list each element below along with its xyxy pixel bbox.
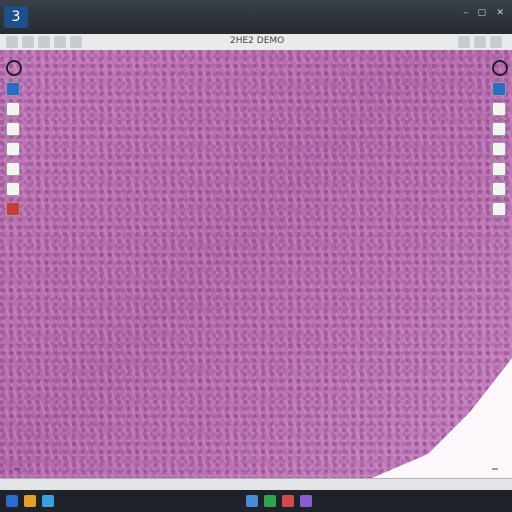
- explorer-icon[interactable]: [24, 495, 36, 507]
- rotate-icon[interactable]: [492, 102, 506, 116]
- maximize-icon[interactable]: ▢: [477, 8, 486, 18]
- snapshot-icon[interactable]: [492, 162, 506, 176]
- slide-viewer[interactable]: [0, 50, 512, 478]
- close-icon[interactable]: ✕: [496, 8, 504, 18]
- overlay-label-right: [492, 468, 498, 470]
- folder-icon[interactable]: [38, 36, 50, 48]
- export-icon[interactable]: [492, 182, 506, 196]
- toolbar: 2HE2 DEMO: [0, 34, 512, 51]
- app-icon-2[interactable]: [264, 495, 276, 507]
- app-icon[interactable]: 3: [4, 6, 28, 28]
- start-icon[interactable]: [6, 495, 18, 507]
- grid-icon[interactable]: [492, 142, 506, 156]
- marker-icon[interactable]: [6, 202, 20, 216]
- title-bar: 3 – ▢ ✕: [0, 0, 512, 34]
- settings-icon[interactable]: [70, 36, 82, 48]
- browser-icon[interactable]: [42, 495, 54, 507]
- menu-icon[interactable]: [6, 36, 18, 48]
- app-icon-4[interactable]: [300, 495, 312, 507]
- line-icon[interactable]: [6, 142, 20, 156]
- layers-icon[interactable]: [54, 36, 66, 48]
- ruler-icon[interactable]: [6, 182, 20, 196]
- right-tool-palette: [492, 60, 508, 222]
- taskbar: [0, 490, 512, 512]
- wrench-icon[interactable]: [6, 102, 20, 116]
- empty-glass-region: [372, 358, 512, 478]
- zoom-icon[interactable]: [458, 36, 470, 48]
- pen-icon[interactable]: [6, 122, 20, 136]
- navigator-icon[interactable]: [6, 60, 22, 76]
- pointer-icon[interactable]: [6, 82, 20, 96]
- app-icon-3[interactable]: [282, 495, 294, 507]
- home-icon[interactable]: [22, 36, 34, 48]
- overlay-label-left: [14, 468, 20, 470]
- fullscreen-icon[interactable]: [474, 36, 486, 48]
- overview-icon[interactable]: [492, 60, 508, 76]
- toolbar-header: 2HE2 DEMO: [230, 36, 285, 46]
- info-icon[interactable]: [492, 202, 506, 216]
- select-icon[interactable]: [492, 82, 506, 96]
- minimize-icon[interactable]: –: [464, 8, 469, 18]
- left-tool-palette: [6, 60, 22, 222]
- pan-icon[interactable]: [492, 122, 506, 136]
- rectangle-icon[interactable]: [6, 162, 20, 176]
- viewer-app-icon[interactable]: [246, 495, 258, 507]
- help-icon[interactable]: [490, 36, 502, 48]
